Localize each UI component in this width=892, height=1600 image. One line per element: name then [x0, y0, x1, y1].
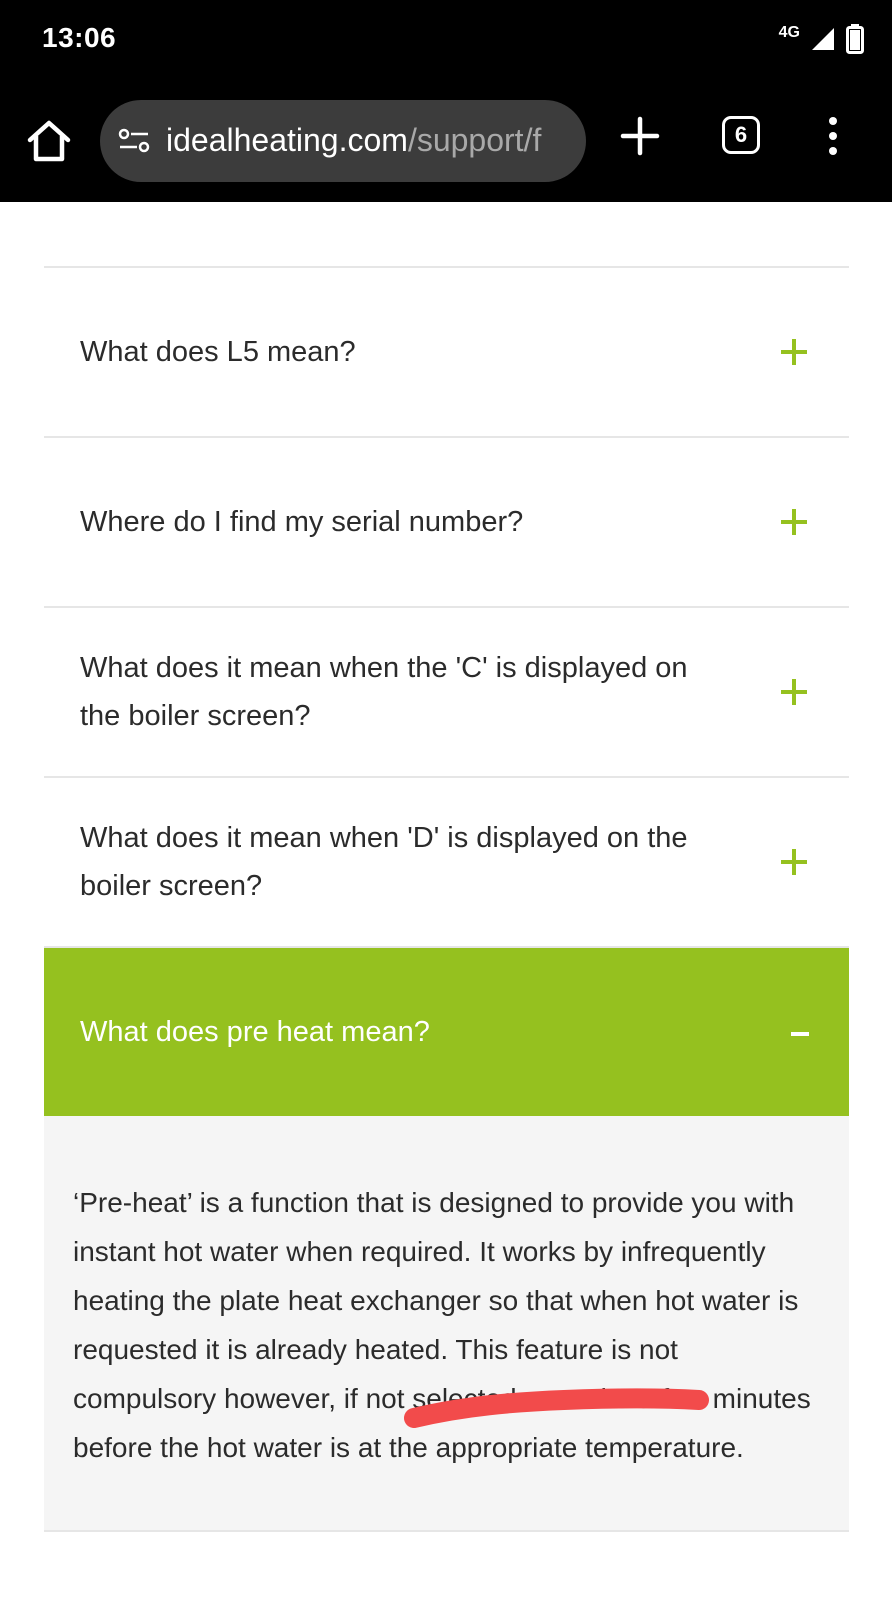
new-tab-icon[interactable] [620, 116, 660, 156]
plus-icon[interactable] [779, 847, 809, 877]
signal-icon [812, 28, 834, 50]
tab-switcher-button[interactable]: 6 [722, 116, 760, 154]
battery-icon [846, 24, 864, 54]
url-path: /support/f [407, 122, 542, 158]
site-settings-icon[interactable] [118, 126, 150, 156]
faq-question: Where do I find my serial number? [80, 506, 524, 538]
page-content: What does L5 mean? Where do I find my se… [0, 202, 892, 1600]
url-domain: idealheating.com [166, 122, 408, 158]
faq-item[interactable]: What does L5 mean? [44, 266, 849, 436]
status-icons: 4G [779, 24, 864, 54]
more-options-icon[interactable] [826, 116, 840, 156]
minus-icon[interactable] [791, 1032, 809, 1036]
browser-toolbar: idealheating.com/support/f 6 [0, 84, 892, 202]
status-time: 13:06 [42, 22, 117, 53]
tab-count: 6 [734, 122, 748, 147]
faq-item[interactable]: What does it mean when the 'C' is displa… [44, 606, 849, 776]
plus-icon[interactable] [779, 677, 809, 707]
url-text[interactable]: idealheating.com/support/f [166, 120, 541, 160]
network-type: 4G [778, 24, 800, 41]
plus-icon[interactable] [779, 507, 809, 537]
faq-item-open[interactable]: What does pre heat mean? [44, 946, 849, 1132]
faq-accordion: What does L5 mean? Where do I find my se… [44, 266, 849, 1532]
faq-question: What does it mean when the 'C' is displa… [80, 652, 688, 732]
address-bar[interactable]: idealheating.com/support/f [100, 100, 586, 182]
faq-item[interactable]: What does it mean when 'D' is displayed … [44, 776, 849, 946]
plus-icon[interactable] [779, 337, 809, 367]
faq-question: What does it mean when 'D' is displayed … [80, 822, 688, 902]
faq-question: What does L5 mean? [80, 336, 356, 368]
faq-answer: ‘Pre-heat’ is a function that is designe… [73, 1187, 811, 1463]
faq-answer-panel: ‘Pre-heat’ is a function that is designe… [44, 1116, 849, 1532]
status-bar: 13:06 4G [0, 0, 892, 84]
home-icon[interactable] [26, 118, 72, 164]
faq-question: What does pre heat mean? [80, 1016, 430, 1048]
faq-item[interactable]: Where do I find my serial number? [44, 436, 849, 606]
